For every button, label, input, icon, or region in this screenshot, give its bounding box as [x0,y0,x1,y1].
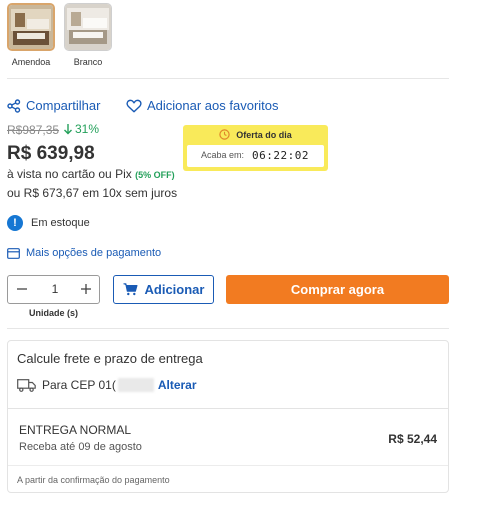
variant-label-branco: Branco [73,57,103,67]
favorite-link[interactable]: Adicionar aos favoritos [126,98,279,113]
truck-icon [17,378,36,392]
buy-now-button[interactable]: Comprar agora [226,275,449,304]
payment-options-label: Mais opções de pagamento [26,247,162,259]
add-to-cart-label: Adicionar [144,282,205,297]
variant-image-branco [65,4,111,50]
variant-thumb-branco[interactable] [64,3,112,51]
shipping-divider [8,408,448,409]
arrow-down-icon [64,124,72,135]
clock-icon [219,129,230,140]
favorite-label: Adicionar aos favoritos [147,98,279,113]
deal-ends-label: Acaba em: [201,150,245,160]
quantity-stepper: 1 [7,275,100,304]
card-icon [7,247,20,259]
deal-of-day-box: Oferta do dia Acaba em: 06:22:02 [183,125,328,171]
shipping-note: A partir da confirmação do pagamento [17,475,170,485]
variant-thumb-amendoa[interactable] [7,3,55,51]
decrease-button[interactable] [16,282,28,296]
discount-badge: 31% [63,122,99,136]
plus-icon [81,284,91,294]
share-icon [7,98,21,113]
divider-top [7,78,449,79]
shipping-card: Calcule frete e prazo de entrega Para CE… [7,340,449,493]
cash-off-badge: (5% OFF) [135,170,175,180]
share-label: Compartilhar [26,98,101,113]
stock-label: Em estoque [31,217,90,229]
shipping-note-divider [8,465,448,466]
cash-note-text: à vista no cartão ou Pix [7,167,132,181]
quantity-value[interactable]: 1 [48,282,62,296]
installments-text: ou R$ 673,67 em 10x sem juros [7,186,178,200]
discount-value: 31% [75,122,100,136]
quantity-unit: Unidade (s) [28,308,78,318]
cash-note: à vista no cartão ou Pix (5% OFF) [7,167,175,181]
shipping-title: Calcule frete e prazo de entrega [17,351,203,366]
cart-icon [123,283,138,296]
deal-timer-box: Acaba em: 06:22:02 [187,145,324,167]
stock-status: ! Em estoque [7,215,90,231]
increase-button[interactable] [80,282,92,296]
deal-timer-value: 06:22:02 [252,149,309,162]
buy-now-label: Comprar agora [290,282,385,297]
info-icon: ! [7,215,23,231]
payment-options-link[interactable]: Mais opções de pagamento [7,247,161,259]
old-price: R$987,35 [7,123,60,137]
add-to-cart-button[interactable]: Adicionar [113,275,214,304]
cep-label: Para CEP 01( [42,378,116,392]
minus-icon [17,288,27,290]
variant-label-amendoa: Amendoa [11,57,51,67]
cep-redacted [117,378,154,392]
shipping-method: ENTREGA NORMAL [19,423,132,437]
shipping-cep-row: Para CEP 01( Alterar [17,378,197,392]
heart-icon [126,99,142,112]
variant-image-amendoa [9,5,53,49]
divider-mid [7,328,449,329]
change-cep-link[interactable]: Alterar [158,378,197,392]
deal-header: Oferta do dia [183,129,328,140]
share-link[interactable]: Compartilhar [7,98,100,113]
current-price: R$ 639,98 [7,143,95,164]
shipping-cost: R$ 52,44 [388,432,437,446]
shipping-eta: Receba até 09 de agosto [19,441,142,453]
deal-title: Oferta do dia [236,129,292,140]
